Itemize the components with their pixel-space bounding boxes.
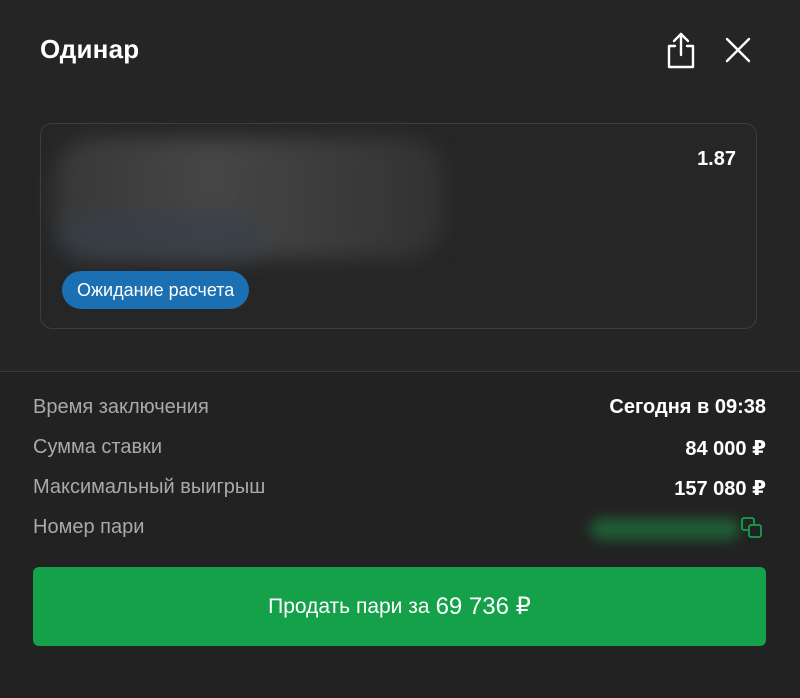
detail-value: 84 000 ₽	[685, 438, 766, 460]
detail-label: Сумма ставки	[33, 436, 163, 458]
close-icon	[725, 37, 751, 63]
detail-row-time: Время заключения Сегодня в 09:38	[33, 392, 766, 422]
detail-label: Номер пари	[33, 516, 145, 538]
copy-icon[interactable]	[740, 516, 764, 540]
close-button[interactable]	[718, 28, 758, 72]
detail-label: Максимальный выигрыш	[33, 476, 266, 498]
bet-number-redacted	[590, 518, 740, 540]
detail-label: Время заключения	[33, 396, 209, 418]
share-icon	[667, 32, 695, 69]
modal-title: Одинар	[40, 34, 140, 64]
sell-button-label: Продать пари за	[268, 594, 430, 618]
detail-value: 157 080 ₽	[674, 478, 766, 500]
bet-odds: 1.87	[697, 148, 736, 170]
status-badge: Ожидание расчета	[62, 271, 250, 309]
event-info-redacted-2	[61, 216, 261, 256]
sell-button-amount: 69 736 ₽	[435, 593, 531, 620]
detail-row-max-win: Максимальный выигрыш 157 080 ₽	[33, 472, 766, 502]
detail-row-bet-number: Номер пари	[33, 512, 766, 542]
detail-row-stake: Сумма ставки 84 000 ₽	[33, 432, 766, 462]
bet-details-modal: Одинар 1.87 Ожидание расчета Время заклю…	[0, 0, 800, 698]
bet-card: 1.87 Ожидание расчета	[40, 123, 757, 329]
modal-header: Одинар	[0, 0, 800, 100]
sell-bet-button[interactable]: Продать пари за 69 736 ₽	[33, 567, 766, 646]
detail-value: Сегодня в 09:38	[609, 396, 766, 418]
share-button[interactable]	[661, 28, 701, 72]
